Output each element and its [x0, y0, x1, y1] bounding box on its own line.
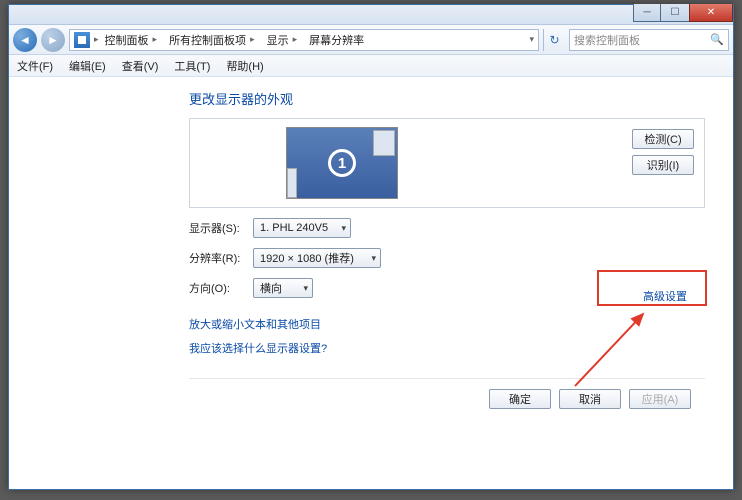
- which-setting-link[interactable]: 我应该选择什么显示器设置?: [189, 340, 327, 356]
- monitor-thumbnail[interactable]: 1: [286, 127, 398, 199]
- content: 更改显示器的外观 1 检测(C) 识别(I) 显示器(S): 1. PHL 24…: [9, 77, 733, 489]
- window: ─ ☐ ✕ ◄ ► ▸ 控制面板 ▸ 所有控制面板项 ▸ 显示 ▸ 屏幕分辨率 ▾ ↻…: [8, 4, 734, 490]
- menu-help[interactable]: 帮助(H): [218, 55, 271, 76]
- search-icon: 🔍: [710, 33, 724, 46]
- monitor-number-badge: 1: [328, 149, 356, 177]
- display-dropdown[interactable]: 1. PHL 240V5: [253, 218, 351, 238]
- row-resolution: 分辨率(R): 1920 × 1080 (推荐): [189, 248, 705, 268]
- row-display: 显示器(S): 1. PHL 240V5: [189, 218, 705, 238]
- menu-view[interactable]: 查看(V): [114, 55, 167, 76]
- display-value: 1. PHL 240V5: [260, 222, 328, 234]
- breadcrumb-label: 所有控制面板项: [169, 32, 246, 48]
- window-glyph: [373, 130, 395, 156]
- breadcrumb-display[interactable]: 显示 ▸: [261, 30, 304, 50]
- label-resolution: 分辨率(R):: [189, 250, 253, 266]
- orientation-value: 横向: [260, 280, 282, 296]
- apply-button[interactable]: 应用(A): [629, 389, 691, 409]
- page-title: 更改显示器的外观: [189, 89, 705, 108]
- breadcrumb-label: 屏幕分辨率: [309, 32, 364, 48]
- menu-tools[interactable]: 工具(T): [166, 55, 218, 76]
- cancel-button[interactable]: 取消: [559, 389, 621, 409]
- window-controls: ─ ☐ ✕: [633, 4, 733, 22]
- identify-button[interactable]: 识别(I): [632, 155, 694, 175]
- menu-file[interactable]: 文件(F): [9, 55, 61, 76]
- minimize-button[interactable]: ─: [633, 4, 661, 22]
- breadcrumb-root[interactable]: 控制面板 ▸: [99, 30, 164, 50]
- row-orientation: 方向(O): 横向: [189, 278, 705, 298]
- ok-button[interactable]: 确定: [489, 389, 551, 409]
- address-bar[interactable]: ▸ 控制面板 ▸ 所有控制面板项 ▸ 显示 ▸ 屏幕分辨率 ▾: [69, 29, 539, 51]
- chevron-right-icon: ▸: [250, 34, 255, 45]
- links-area: 高级设置 放大或缩小文本和其他项目 我应该选择什么显示器设置?: [189, 316, 705, 364]
- maximize-button[interactable]: ☐: [661, 4, 689, 22]
- menu-edit[interactable]: 编辑(E): [61, 55, 114, 76]
- detect-button[interactable]: 检测(C): [632, 129, 694, 149]
- chevron-down-icon[interactable]: ▾: [529, 34, 538, 45]
- taskbar-glyph: [287, 168, 297, 198]
- display-preview-panel: 1 检测(C) 识别(I): [189, 118, 705, 208]
- resolution-dropdown[interactable]: 1920 × 1080 (推荐): [253, 248, 381, 268]
- close-button[interactable]: ✕: [689, 4, 733, 22]
- control-panel-icon: [74, 32, 90, 48]
- forward-button[interactable]: ►: [41, 28, 65, 52]
- text-size-link[interactable]: 放大或缩小文本和其他项目: [189, 316, 321, 332]
- label-orientation: 方向(O):: [189, 280, 253, 296]
- search-placeholder: 搜索控制面板: [574, 32, 640, 48]
- search-input[interactable]: 搜索控制面板 🔍: [569, 29, 729, 51]
- chevron-right-icon: ▸: [293, 34, 298, 45]
- breadcrumb-label: 控制面板: [105, 32, 149, 48]
- breadcrumb-label: 显示: [267, 32, 289, 48]
- preview-buttons: 检测(C) 识别(I): [632, 129, 694, 175]
- orientation-dropdown[interactable]: 横向: [253, 278, 313, 298]
- label-display: 显示器(S):: [189, 220, 253, 236]
- resolution-value: 1920 × 1080 (推荐): [260, 250, 354, 266]
- back-button[interactable]: ◄: [13, 28, 37, 52]
- menubar: 文件(F) 编辑(E) 查看(V) 工具(T) 帮助(H): [9, 55, 733, 77]
- advanced-settings-link[interactable]: 高级设置: [643, 288, 687, 304]
- breadcrumb-all-items[interactable]: 所有控制面板项 ▸: [163, 30, 261, 50]
- footer-buttons: 确定 取消 应用(A): [189, 379, 705, 409]
- refresh-button[interactable]: ↻: [543, 29, 565, 51]
- breadcrumb-resolution[interactable]: 屏幕分辨率: [303, 30, 370, 50]
- chevron-right-icon: ▸: [153, 34, 158, 45]
- navbar: ◄ ► ▸ 控制面板 ▸ 所有控制面板项 ▸ 显示 ▸ 屏幕分辨率 ▾ ↻ 搜索控制面…: [9, 25, 733, 55]
- titlebar: ─ ☐ ✕: [9, 5, 733, 25]
